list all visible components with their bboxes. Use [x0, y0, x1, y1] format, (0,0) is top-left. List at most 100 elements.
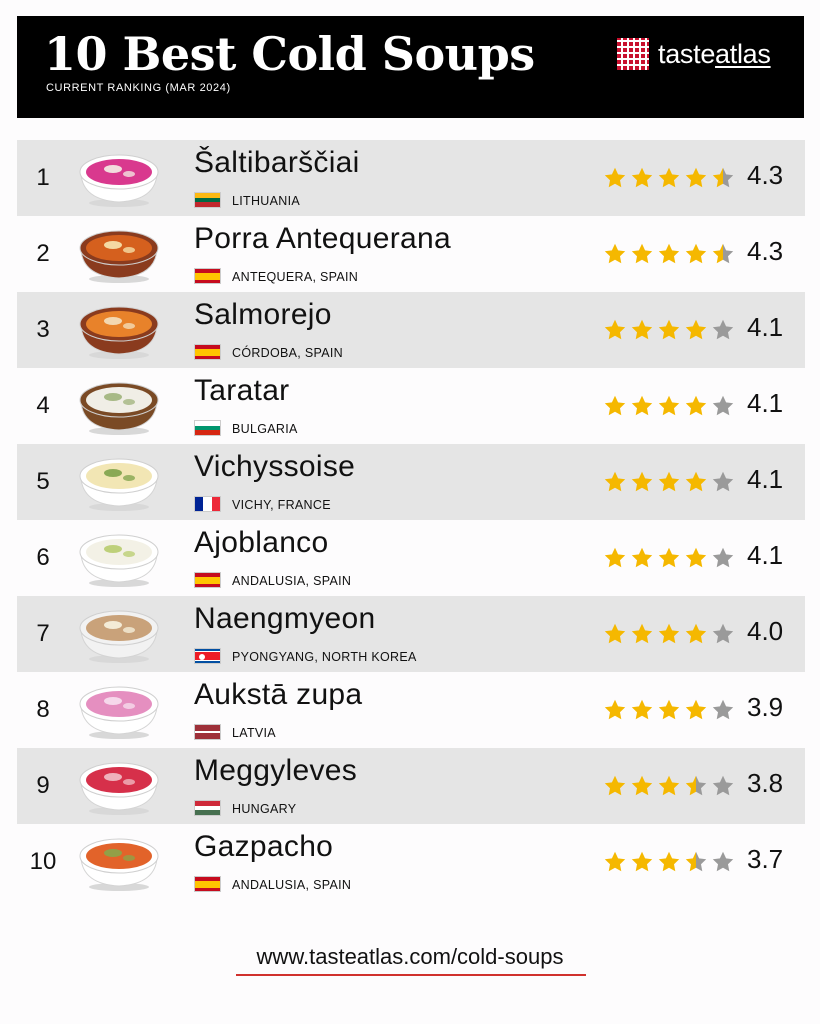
star-icon	[603, 394, 627, 418]
star-icon	[657, 470, 681, 494]
rank-number: 8	[36, 696, 50, 723]
rating-value: 3.8	[747, 768, 784, 798]
soup-bowl-image[interactable]	[77, 756, 161, 816]
star-rating	[603, 318, 735, 342]
ranking-row[interactable]: 6 Ajoblanco ANDALUSIA, SPAIN 4.1	[17, 520, 805, 596]
soup-region: ANDALUSIA, SPAIN	[232, 878, 352, 892]
ranking-row[interactable]: 4 Taratar BULGARIA 4.1	[17, 368, 805, 444]
soup-name[interactable]: Naengmyeon	[194, 602, 375, 636]
soup-name[interactable]: Aukstā zupa	[194, 678, 362, 712]
page-subtitle: CURRENT RANKING (MAR 2024)	[46, 82, 231, 94]
soup-region: CÓRDOBA, SPAIN	[232, 346, 343, 360]
ranking-row[interactable]: 5 Vichyssoise VICHY, FRANCE 4.1	[17, 444, 805, 520]
star-icon	[684, 622, 708, 646]
latvia-flag-icon	[194, 724, 221, 740]
star-icon	[657, 546, 681, 570]
tasteatlas-logo[interactable]: tasteatlas	[617, 36, 771, 72]
star-icon	[603, 774, 627, 798]
rank-number: 5	[36, 468, 50, 495]
soup-bowl-image[interactable]	[77, 300, 161, 360]
star-icon	[711, 698, 735, 722]
star-icon	[711, 166, 735, 190]
star-icon	[630, 394, 654, 418]
soup-name[interactable]: Meggyleves	[194, 754, 357, 788]
rating-value: 4.3	[747, 236, 784, 266]
soup-bowl-image[interactable]	[77, 148, 161, 208]
star-icon	[684, 242, 708, 266]
star-icon	[657, 774, 681, 798]
spain-flag-icon	[194, 876, 221, 892]
star-rating	[603, 166, 735, 190]
star-icon	[603, 546, 627, 570]
star-icon	[711, 774, 735, 798]
star-icon	[711, 242, 735, 266]
star-icon	[630, 850, 654, 874]
star-icon	[657, 698, 681, 722]
rating-value: 3.9	[747, 692, 784, 722]
star-rating	[603, 850, 735, 874]
soup-bowl-image[interactable]	[77, 604, 161, 664]
rating-value: 4.1	[747, 540, 784, 570]
soup-region: ANTEQUERA, SPAIN	[232, 270, 359, 284]
ranking-row[interactable]: 3 Salmorejo CÓRDOBA, SPAIN 4.1	[17, 292, 805, 368]
soup-bowl-image[interactable]	[77, 528, 161, 588]
star-rating	[603, 394, 735, 418]
soup-region: HUNGARY	[232, 802, 297, 816]
soup-region: ANDALUSIA, SPAIN	[232, 574, 352, 588]
star-icon	[711, 470, 735, 494]
url-underline	[236, 974, 586, 976]
ranking-row[interactable]: 1 Šaltibarščiai LITHUANIA 4.3	[17, 140, 805, 216]
star-icon	[684, 318, 708, 342]
soup-name[interactable]: Gazpacho	[194, 830, 333, 864]
header-banner: 10 Best Cold Soups CURRENT RANKING (MAR …	[17, 16, 804, 118]
ranking-row[interactable]: 9 Meggyleves HUNGARY 3.8	[17, 748, 805, 824]
star-icon	[711, 394, 735, 418]
soup-name[interactable]: Šaltibarščiai	[194, 146, 360, 180]
soup-region: BULGARIA	[232, 422, 298, 436]
star-icon	[630, 546, 654, 570]
star-icon	[630, 470, 654, 494]
star-rating	[603, 470, 735, 494]
soup-bowl-image[interactable]	[77, 680, 161, 740]
soup-name[interactable]: Porra Antequerana	[194, 222, 451, 256]
star-rating	[603, 242, 735, 266]
ranking-row[interactable]: 7 Naengmyeon PYONGYANG, NORTH KOREA 4.0	[17, 596, 805, 672]
star-icon	[630, 318, 654, 342]
ranking-row[interactable]: 8 Aukstā zupa LATVIA 3.9	[17, 672, 805, 748]
hungary-flag-icon	[194, 800, 221, 816]
soup-region: LITHUANIA	[232, 194, 300, 208]
soup-bowl-image[interactable]	[77, 832, 161, 892]
rank-number: 10	[29, 848, 57, 875]
rating-value: 3.7	[747, 844, 784, 874]
soup-bowl-image[interactable]	[77, 452, 161, 512]
rating-value: 4.3	[747, 160, 784, 190]
soup-name[interactable]: Vichyssoise	[194, 450, 355, 484]
star-icon	[603, 318, 627, 342]
rank-number: 9	[36, 772, 50, 799]
soup-name[interactable]: Taratar	[194, 374, 289, 408]
rating-value: 4.1	[747, 388, 784, 418]
spain-flag-icon	[194, 268, 221, 284]
soup-bowl-image[interactable]	[77, 224, 161, 284]
star-icon	[630, 242, 654, 266]
star-icon	[603, 622, 627, 646]
soup-name[interactable]: Ajoblanco	[194, 526, 328, 560]
soup-name[interactable]: Salmorejo	[194, 298, 332, 332]
soup-bowl-image[interactable]	[77, 376, 161, 436]
star-rating	[603, 622, 735, 646]
source-url[interactable]: www.tasteatlas.com/cold-soups	[0, 944, 820, 970]
star-icon	[684, 698, 708, 722]
soup-region: LATVIA	[232, 726, 276, 740]
ranking-row[interactable]: 2 Porra Antequerana ANTEQUERA, SPAIN 4.3	[17, 216, 805, 292]
rating-value: 4.0	[747, 616, 784, 646]
lithuania-flag-icon	[194, 192, 221, 208]
star-icon	[684, 470, 708, 494]
rank-number: 7	[36, 620, 50, 647]
star-icon	[657, 394, 681, 418]
star-icon	[603, 166, 627, 190]
star-icon	[684, 394, 708, 418]
ranking-row[interactable]: 10 Gazpacho ANDALUSIA, SPAIN 3.7	[17, 824, 805, 900]
soup-region: VICHY, FRANCE	[232, 498, 331, 512]
rank-number: 3	[36, 316, 50, 343]
bulgaria-flag-icon	[194, 420, 221, 436]
